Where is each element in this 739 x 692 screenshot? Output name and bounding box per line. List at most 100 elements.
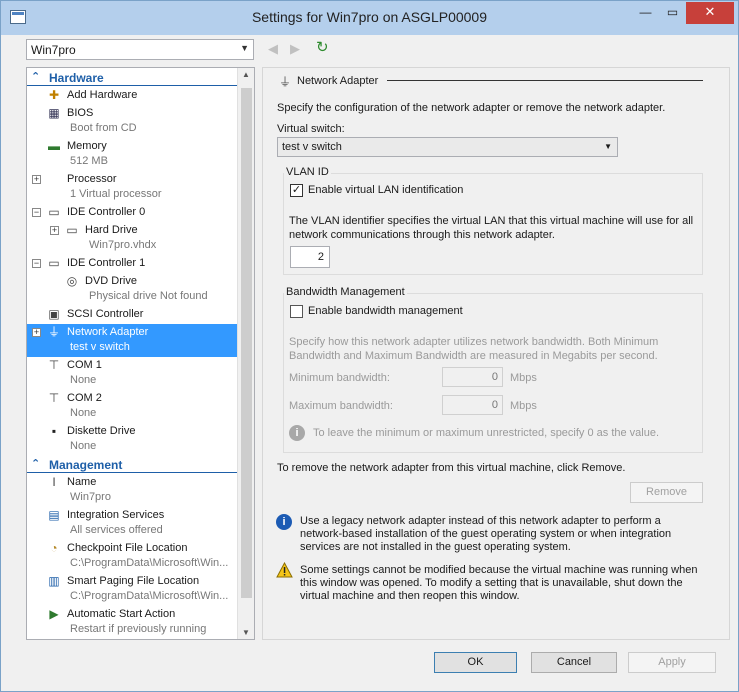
tree-item-network-adapter[interactable]: + ⏚ Network Adapter test v switch	[27, 324, 237, 357]
max-bandwidth-input[interactable]: 0	[442, 395, 503, 415]
add-hardware-icon: ✚	[48, 88, 60, 102]
diskette-icon: ▪	[51, 424, 57, 438]
back-arrow-icon[interactable]: ◀	[268, 41, 278, 57]
tree-item-integration-services[interactable]: ▤ Integration Services All services offe…	[27, 507, 237, 540]
scrollbar-thumb[interactable]	[241, 88, 252, 598]
cancel-button[interactable]: Cancel	[531, 652, 617, 673]
tree-item-title: Automatic Start Action	[67, 608, 176, 620]
tree-item-title: Smart Paging File Location	[67, 575, 200, 587]
ide-controller-icon: ▭	[48, 256, 60, 270]
tree-item-subtitle: 1 Virtual processor	[70, 188, 162, 200]
tree-item-com-1[interactable]: ⊤ COM 1 None	[27, 357, 237, 390]
tree-scrollbar[interactable]: ▲ ▼	[237, 68, 254, 639]
settings-window: Settings for Win7pro on ASGLP00009 — ▭ ✕…	[0, 0, 739, 692]
collapse-chevron-icon[interactable]: ⌃	[31, 70, 40, 83]
panel-description: Specify the configuration of the network…	[277, 102, 666, 114]
tree-item-checkpoint-file-location[interactable]: ◔ Checkpoint File Location C:\ProgramDat…	[27, 540, 237, 573]
info-icon: i	[289, 425, 305, 441]
ok-button[interactable]: OK	[434, 652, 517, 673]
tree-item-automatic-start-action[interactable]: ▶ Automatic Start Action Restart if prev…	[27, 606, 237, 639]
chevron-down-icon: ▼	[604, 142, 612, 151]
collapse-icon[interactable]: −	[32, 208, 41, 217]
bandwidth-group-label: Bandwidth Management	[284, 286, 407, 298]
minimize-button[interactable]: —	[632, 2, 659, 24]
tree-item-title: COM 2	[67, 392, 102, 404]
tree-item-diskette-drive[interactable]: ▪ Diskette Drive None	[27, 423, 237, 456]
auto-start-icon: ▶	[49, 607, 59, 621]
apply-button[interactable]: Apply	[628, 652, 716, 673]
forward-arrow-icon[interactable]: ▶	[290, 41, 300, 57]
dvd-drive-icon: ◎	[66, 274, 78, 288]
close-button[interactable]: ✕	[686, 2, 734, 24]
min-bandwidth-label: Minimum bandwidth:	[289, 372, 390, 384]
tree-item-title: DVD Drive	[85, 275, 137, 287]
tree-item-subtitle: test v switch	[70, 341, 130, 353]
legacy-adapter-note: Use a legacy network adapter instead of …	[300, 515, 672, 553]
tree-item-com-2[interactable]: ⊤ COM 2 None	[27, 390, 237, 423]
running-vm-warning: Some settings cannot be modified because…	[300, 564, 698, 602]
vm-selector-value: Win7pro	[31, 43, 76, 57]
tree-item-subtitle: C:\ProgramData\Microsoft\Win...	[70, 590, 229, 602]
com-port-icon: ⊤	[48, 358, 60, 372]
tree-item-title: COM 1	[67, 359, 102, 371]
virtual-switch-label: Virtual switch:	[277, 123, 345, 135]
max-bandwidth-unit: Mbps	[510, 400, 537, 412]
tree-item-subtitle: Boot from CD	[70, 122, 137, 134]
tree-item-memory[interactable]: ▬ Memory 512 MB	[27, 138, 237, 171]
expand-icon[interactable]: +	[32, 328, 41, 337]
scroll-up-icon[interactable]: ▲	[242, 70, 250, 79]
tree-item-title: IDE Controller 0	[67, 206, 146, 218]
integration-services-icon: ▤	[48, 508, 60, 522]
scroll-down-icon[interactable]: ▼	[242, 628, 250, 637]
tree-item-subtitle: 512 MB	[70, 155, 108, 167]
tree-item-title: SCSI Controller	[67, 308, 144, 320]
tree-item-name[interactable]: I Name Win7pro	[27, 474, 237, 507]
expand-icon[interactable]: +	[32, 175, 41, 184]
refresh-icon[interactable]: ↻	[316, 40, 333, 57]
min-bandwidth-unit: Mbps	[510, 372, 537, 384]
vlan-description: The VLAN identifier specifies the virtua…	[289, 215, 694, 241]
min-bandwidth-input[interactable]: 0	[442, 367, 503, 387]
tree-item-subtitle: All services offered	[70, 524, 163, 536]
remove-description: To remove the network adapter from this …	[277, 462, 626, 474]
tree-item-title: Checkpoint File Location	[67, 542, 188, 554]
settings-tree[interactable]: ⌃ Hardware ✚ Add Hardware ▦ BIOS Boot fr…	[26, 67, 255, 640]
virtual-switch-select[interactable]: test v switch ▼	[277, 137, 618, 157]
enable-vlan-checkbox[interactable]: ✓	[290, 184, 303, 197]
enable-bandwidth-checkbox[interactable]	[290, 305, 303, 318]
title-bar: Settings for Win7pro on ASGLP00009 — ▭ ✕	[1, 1, 738, 35]
name-icon: I	[52, 475, 56, 489]
tree-item-title: Diskette Drive	[67, 425, 136, 437]
tree-item-title: Name	[67, 476, 97, 488]
vm-selector[interactable]: Win7pro ▼	[26, 39, 254, 60]
maximize-button[interactable]: ▭	[659, 2, 686, 24]
hardware-section-header[interactable]: ⌃ Hardware	[27, 70, 237, 86]
tree-item-smart-paging-file-location[interactable]: ▥ Smart Paging File Location C:\ProgramD…	[27, 573, 237, 606]
tree-item-subtitle: Win7pro.vhdx	[89, 239, 157, 251]
tree-item-processor[interactable]: + Processor 1 Virtual processor	[27, 171, 237, 204]
management-section-header[interactable]: ⌃ Management	[27, 457, 237, 473]
hard-drive-icon: ▭	[66, 223, 78, 237]
max-bandwidth-label: Maximum bandwidth:	[289, 400, 393, 412]
network-adapter-icon: ⏚	[279, 75, 292, 89]
bandwidth-description: Specify how this network adapter utilize…	[289, 336, 659, 362]
enable-vlan-label: Enable virtual LAN identification	[308, 184, 464, 196]
warning-icon	[276, 562, 293, 578]
tree-item-subtitle: None	[70, 374, 97, 386]
collapse-icon[interactable]: −	[32, 259, 41, 268]
tree-item-subtitle: Physical drive Not found	[89, 290, 208, 302]
tree-item-title: Add Hardware	[67, 89, 138, 101]
expand-icon[interactable]: +	[50, 226, 59, 235]
checkpoint-icon: ◔	[50, 541, 58, 555]
vlan-id-input[interactable]: 2	[290, 246, 330, 268]
remove-button[interactable]: Remove	[630, 482, 703, 503]
virtual-switch-value: test v switch	[282, 141, 342, 153]
collapse-chevron-icon[interactable]: ⌃	[31, 457, 40, 470]
bios-icon: ▦	[48, 106, 60, 120]
tree-item-title: Hard Drive	[85, 224, 138, 236]
tree-item-dvd-drive[interactable]: ◎ DVD Drive Physical drive Not found	[27, 273, 237, 306]
smart-paging-icon: ▥	[48, 574, 60, 588]
tree-item-hard-drive[interactable]: + ▭ Hard Drive Win7pro.vhdx	[27, 222, 237, 255]
network-adapter-icon: ⏚	[47, 325, 60, 339]
tree-item-bios[interactable]: ▦ BIOS Boot from CD	[27, 105, 237, 138]
